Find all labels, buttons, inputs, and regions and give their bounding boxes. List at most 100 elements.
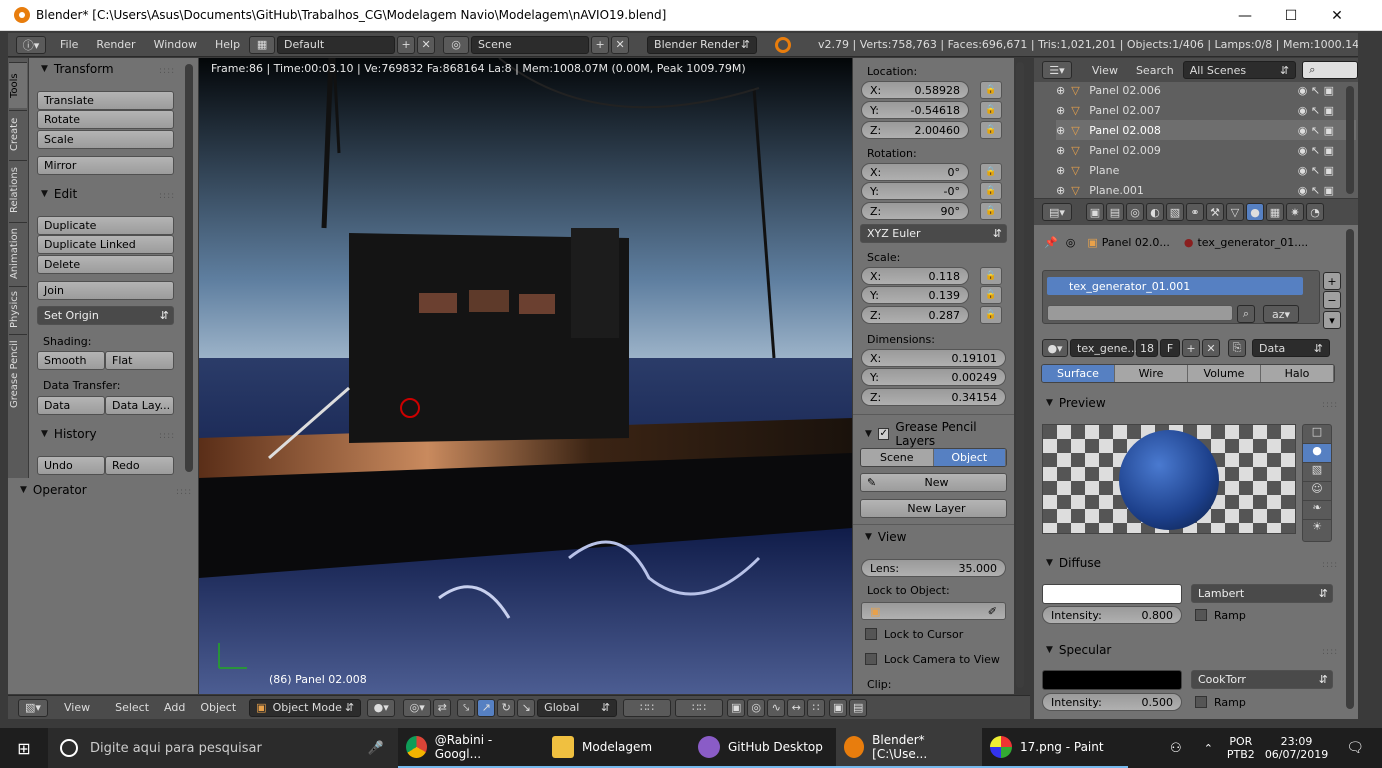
diffuse-ramp-checkbox[interactable]: [1195, 609, 1207, 621]
tab-relations[interactable]: Relations: [9, 160, 27, 220]
outliner-menu-search[interactable]: Search: [1136, 64, 1174, 77]
translate-button[interactable]: Translate: [37, 91, 174, 110]
rotation-z-field[interactable]: Z: 90°: [861, 202, 969, 220]
gp-new-button[interactable]: ✎ New: [860, 473, 1007, 492]
lock-icon[interactable]: 🔒: [980, 182, 1002, 200]
outliner-row[interactable]: ⊕ ▽ Panel 02.007 ◉ ↖ ▣: [1056, 100, 1356, 120]
location-x-field[interactable]: X: 0.58928: [861, 81, 969, 99]
diffuse-shader-select[interactable]: Lambert ⇵: [1191, 584, 1333, 603]
menu-view[interactable]: View: [64, 701, 90, 714]
lock-icon[interactable]: 🔒: [980, 306, 1002, 324]
drag-grip-icon[interactable]: ::::: [176, 487, 192, 497]
expand-icon[interactable]: ⊕: [1056, 124, 1065, 137]
dimension-x-field[interactable]: X: 0.19101: [861, 349, 1006, 367]
drag-grip-icon[interactable]: ::::: [159, 191, 175, 201]
preview-plane-icon[interactable]: □: [1303, 425, 1331, 444]
tab-tools[interactable]: Tools: [9, 62, 27, 108]
fake-user-toggle[interactable]: F: [1160, 339, 1180, 357]
tab-wire[interactable]: Wire: [1115, 365, 1188, 382]
expand-icon[interactable]: ⊕: [1056, 164, 1065, 177]
gp-source-toggle[interactable]: Scene Object: [860, 448, 1007, 467]
tab-animation[interactable]: Animation: [9, 222, 27, 284]
preview-hair-icon[interactable]: ❧: [1303, 501, 1331, 520]
drag-grip-icon[interactable]: ::::: [1322, 400, 1338, 410]
outliner-search-input[interactable]: ⌕: [1302, 61, 1358, 79]
dimension-y-field[interactable]: Y: 0.00249: [861, 368, 1006, 386]
transform-panel-header[interactable]: ▼ Transform: [41, 62, 114, 76]
specular-color-swatch[interactable]: [1042, 670, 1182, 690]
menu-window[interactable]: Window: [154, 38, 197, 51]
gp-new-layer-button[interactable]: New Layer: [860, 499, 1007, 518]
render-context-icon[interactable]: ▣: [1086, 203, 1104, 221]
proportional-edit-icon[interactable]: ◎: [747, 698, 766, 717]
gp-object-option[interactable]: Object: [933, 449, 1006, 466]
sort-az-icon[interactable]: az▾: [1263, 305, 1299, 323]
lock-icon[interactable]: 🔒: [980, 286, 1002, 304]
edit-panel-header[interactable]: ▼ Edit: [41, 187, 77, 201]
taskbar-app-github[interactable]: GitHub Desktop: [690, 728, 836, 768]
object-context-icon[interactable]: ▧: [1166, 203, 1184, 221]
slot-filter-field[interactable]: [1047, 305, 1233, 321]
scene-field[interactable]: Scene: [471, 35, 590, 54]
preview-panel-header[interactable]: ▼ Preview: [1046, 396, 1106, 410]
falloff-icon[interactable]: ∿: [767, 698, 786, 717]
view-panel-header[interactable]: ▼ View: [865, 530, 906, 544]
remove-scene-button[interactable]: ✕: [611, 35, 630, 54]
diffuse-panel-header[interactable]: ▼ Diffuse: [1046, 556, 1101, 570]
minimize-button[interactable]: —: [1222, 0, 1268, 31]
lock-camera-checkbox[interactable]: [865, 653, 877, 665]
scale-z-field[interactable]: Z: 0.287: [861, 306, 969, 324]
layers-grid-icon-2[interactable]: ∷∷: [675, 698, 724, 717]
taskbar-app-blender[interactable]: Blender* [C:\Use...: [836, 728, 982, 768]
visibility-icons[interactable]: ◉ ↖ ▣: [1298, 144, 1334, 157]
mode-select[interactable]: ▣ Object Mode ⇵: [249, 698, 362, 717]
undo-button[interactable]: Undo: [37, 456, 105, 475]
people-icon[interactable]: ⚇: [1170, 741, 1182, 756]
rotate-manipulator-icon[interactable]: ↻: [497, 698, 516, 717]
menu-object[interactable]: Object: [200, 701, 236, 714]
constraints-context-icon[interactable]: ⚭: [1186, 203, 1204, 221]
drag-grip-icon[interactable]: ::::: [1322, 560, 1338, 570]
outliner-row[interactable]: ⊕ ▽ Panel 02.006 ◉ ↖ ▣: [1056, 80, 1356, 100]
taskbar-app-explorer[interactable]: Modelagem: [544, 728, 690, 768]
taskbar-app-paint[interactable]: 17.png - Paint: [982, 728, 1128, 768]
location-z-field[interactable]: Z: 2.00460: [861, 121, 969, 139]
lock-icon[interactable]: 🔒: [980, 267, 1002, 285]
specular-ramp-checkbox[interactable]: [1195, 696, 1207, 708]
expand-icon[interactable]: ⊕: [1056, 184, 1065, 197]
outliner-row[interactable]: ⊕ ▽ Panel 02.009 ◉ ↖ ▣: [1056, 140, 1356, 160]
material-context-icon[interactable]: ●: [1246, 203, 1264, 221]
drag-grip-icon[interactable]: ::::: [159, 431, 175, 441]
layers-grid-icon[interactable]: ∷∷: [623, 698, 672, 717]
duplicate-linked-button[interactable]: Duplicate Linked: [37, 235, 174, 254]
pivot-point-icon[interactable]: ◎▾: [403, 698, 432, 717]
outliner-scrollbar[interactable]: [1346, 86, 1354, 194]
scale-button[interactable]: Scale: [37, 130, 174, 149]
material-type-tabs[interactable]: Surface Wire Volume Halo: [1041, 364, 1335, 383]
world-context-icon[interactable]: ◐: [1146, 203, 1164, 221]
lock-icon[interactable]: 🔒: [980, 202, 1002, 220]
outliner-row[interactable]: ⊕ ▽ Plane ◉ ↖ ▣: [1056, 160, 1356, 180]
grease-pencil-panel-header[interactable]: ▼ ✓ Grease Pencil Layers: [865, 420, 1014, 448]
modifiers-context-icon[interactable]: ⚒: [1206, 203, 1224, 221]
rotate-button[interactable]: Rotate: [37, 110, 174, 129]
render-image-icon[interactable]: ▣: [829, 698, 848, 717]
lens-field[interactable]: Lens: 35.000: [861, 559, 1006, 577]
history-panel-header[interactable]: ▼ History: [41, 427, 97, 441]
lock-cursor-checkbox[interactable]: [865, 628, 877, 640]
visibility-icons[interactable]: ◉ ↖ ▣: [1298, 84, 1334, 97]
translate-manipulator-icon[interactable]: ↗: [477, 698, 496, 717]
gp-scene-option[interactable]: Scene: [861, 449, 934, 466]
lock-icon[interactable]: 🔒: [980, 81, 1002, 99]
filter-icon[interactable]: ⌕: [1237, 305, 1255, 323]
menu-select[interactable]: Select: [115, 701, 149, 714]
smooth-button[interactable]: Smooth: [37, 351, 105, 370]
tab-grease-pencil[interactable]: Grease Pencil: [9, 334, 27, 414]
toolshelf-scrollbar[interactable]: [185, 64, 193, 472]
specular-intensity-field[interactable]: Intensity: 0.500: [1042, 693, 1182, 711]
preview-monkey-icon[interactable]: ☺: [1303, 482, 1331, 501]
properties-region-scrollbar[interactable]: [1016, 62, 1024, 688]
diffuse-intensity-field[interactable]: Intensity: 0.800: [1042, 606, 1182, 624]
preview-sky-icon[interactable]: ☀: [1303, 520, 1331, 539]
location-y-field[interactable]: Y: -0.54618: [861, 101, 969, 119]
